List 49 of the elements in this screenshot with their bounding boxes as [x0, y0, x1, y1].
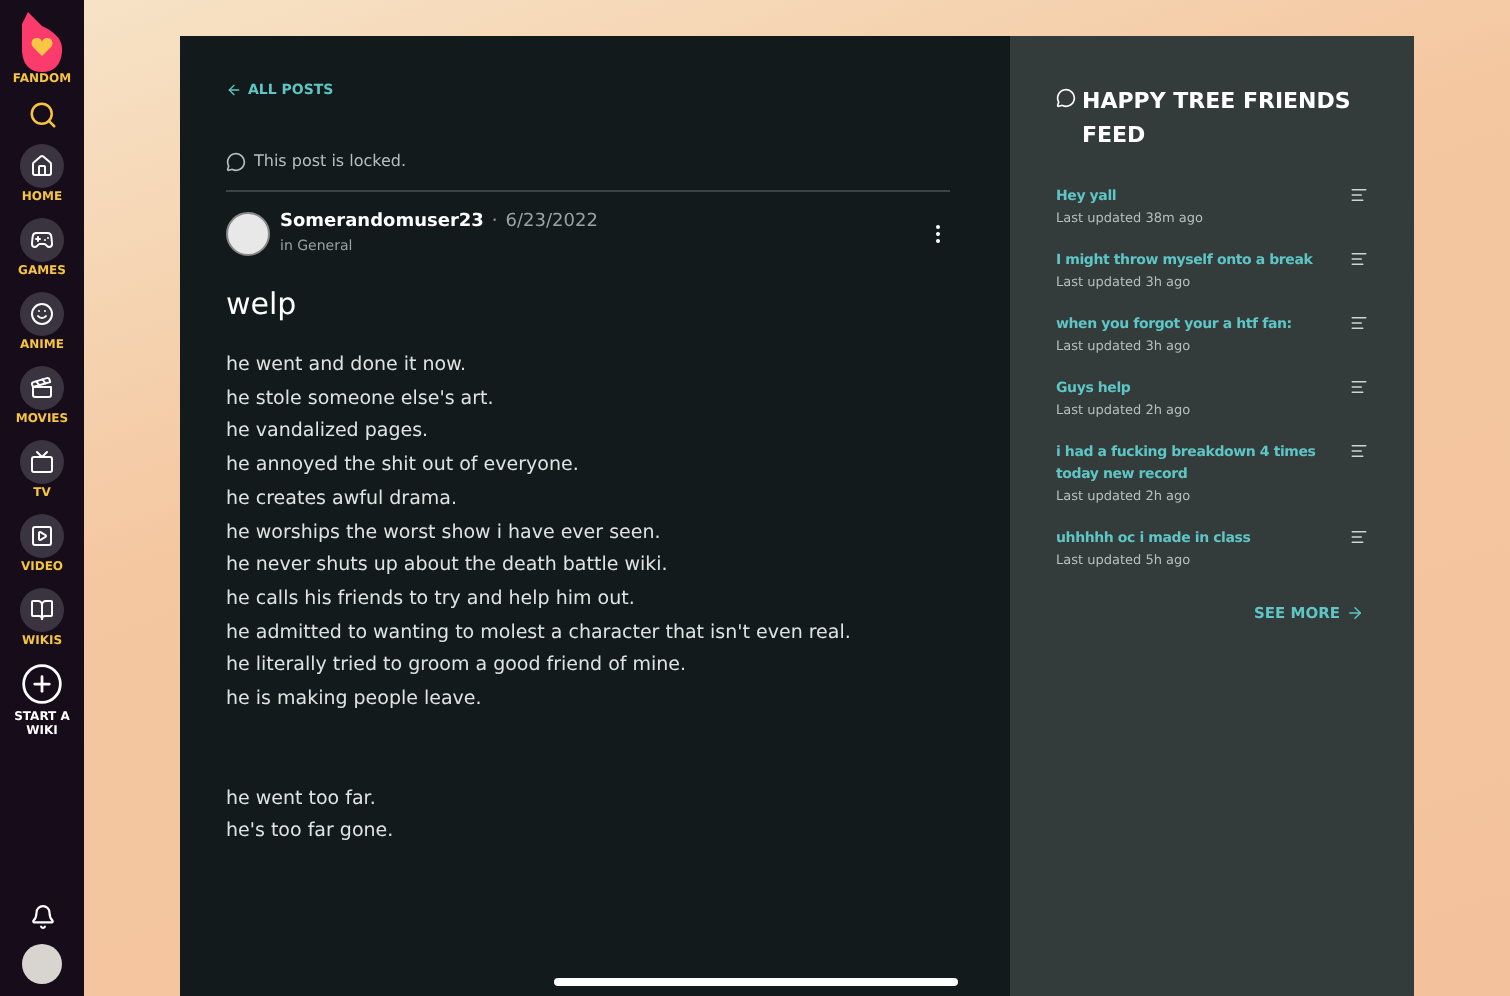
author-avatar[interactable]: [226, 211, 270, 255]
post-body-line: he admitted to wanting to molest a character that isn't even real.: [226, 619, 853, 648]
nav-icon-button[interactable]: [20, 366, 64, 410]
post-body-line: he vandalized pages.: [226, 418, 431, 447]
feed-title: HAPPY TREE FRIENDS FEED: [1082, 86, 1353, 152]
post-body-line: he literally tried to groom a good friend of mine.: [226, 652, 689, 681]
post-date: 6/23/2022: [505, 209, 598, 235]
book-icon: [30, 598, 54, 622]
text-lines-icon: [1350, 528, 1368, 546]
nav-icon-button[interactable]: [20, 292, 64, 336]
tv-icon: [30, 450, 54, 474]
nav-icon-button[interactable]: [20, 588, 64, 632]
user-avatar[interactable]: [22, 944, 62, 984]
nav-icon-button[interactable]: [20, 218, 64, 262]
play-icon: [30, 524, 54, 548]
post-body-line: he calls his friends to try and help him out.: [226, 585, 637, 614]
arrow-left-icon: [226, 82, 242, 99]
post-body-line: he worships the worst show i have ever seen.: [226, 519, 663, 548]
add-icon[interactable]: [20, 662, 64, 706]
post-body-line: he went too far.: [226, 785, 378, 814]
post-body-line: he annoyed the shit out of everyone.: [226, 452, 581, 481]
search-icon[interactable]: [27, 100, 57, 130]
face-icon: [30, 302, 54, 326]
speech-bubble-icon: [1056, 88, 1076, 108]
text-lines-icon: [1350, 186, 1368, 204]
post-title: welp: [226, 283, 299, 325]
text-lines-icon: [1350, 314, 1368, 332]
gamepad-icon: [30, 228, 54, 252]
post-body-line: he creates awful drama.: [226, 485, 459, 514]
flame-heart-logo-icon[interactable]: [19, 12, 64, 72]
nav-icon-button[interactable]: [20, 440, 64, 484]
separator-dot: ·: [491, 209, 498, 235]
post-body-line: he never shuts up about the death battle wiki.: [226, 552, 670, 581]
post-body-line: he went and done it now.: [226, 352, 469, 380]
clapperboard-icon: [30, 376, 54, 400]
notification-bell-icon[interactable]: [29, 904, 55, 930]
text-lines-icon: [1350, 378, 1368, 396]
locked-notice: This post is locked.: [254, 149, 407, 173]
text-lines-icon: [1350, 442, 1368, 460]
speech-bubble-icon: [226, 151, 246, 171]
home-icon: [30, 154, 54, 178]
nav-icon-button[interactable]: [20, 514, 64, 558]
post-body-line: he's too far gone.: [226, 818, 396, 847]
text-lines-icon: [1350, 250, 1368, 268]
nav-icon-button[interactable]: [20, 144, 64, 188]
author-name[interactable]: Somerandomuser23: [280, 209, 484, 236]
arrow-right-icon: [1346, 604, 1364, 623]
post-body-line: he stole someone else's art.: [226, 385, 496, 414]
post-body-line: he is making people leave.: [226, 686, 484, 715]
